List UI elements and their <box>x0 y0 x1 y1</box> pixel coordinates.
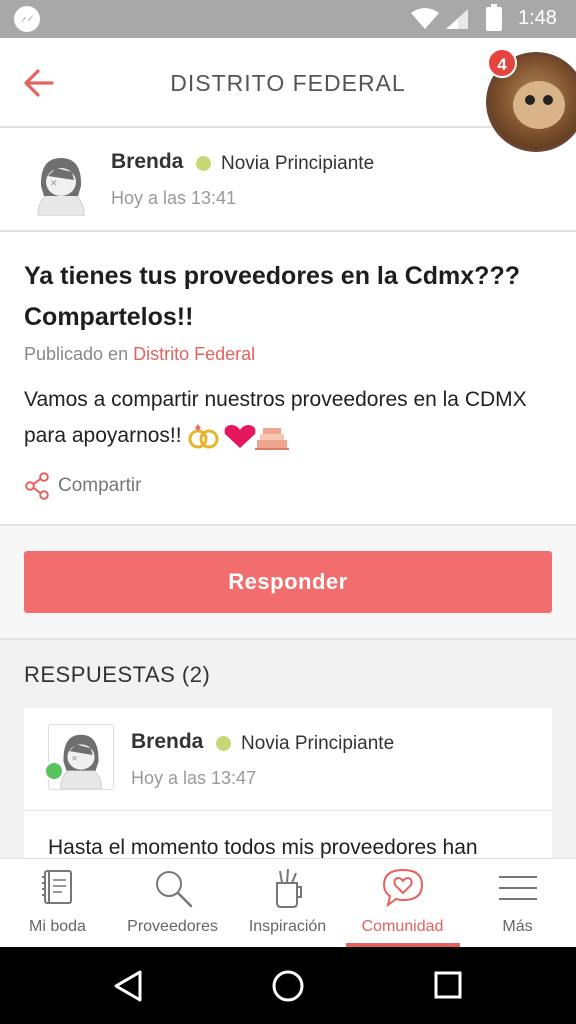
home-circle-icon[interactable] <box>271 969 305 1003</box>
user-avatar[interactable]: ✕ <box>28 150 94 216</box>
nav-item-mi-boda[interactable]: Mi boda <box>0 859 115 948</box>
share-label: Compartir <box>58 475 142 496</box>
wifi-icon <box>411 8 439 29</box>
rank-dot <box>216 736 231 751</box>
divider <box>24 810 552 811</box>
reply-text: Hasta el momento todos mis proveedores h… <box>48 836 478 858</box>
reply-time: Hoy a las 13:47 <box>131 768 257 788</box>
status-time: 1:48 <box>518 7 557 29</box>
emoji-group <box>188 424 290 451</box>
book-icon <box>42 870 72 904</box>
cake-icon <box>255 428 290 451</box>
nav-item-comunidad[interactable]: Comunidad <box>345 859 460 948</box>
nav-label: Proveedores <box>127 918 218 935</box>
signal-icon <box>446 9 468 29</box>
messenger-icon <box>14 6 40 32</box>
respond-button[interactable]: Responder <box>24 551 552 613</box>
heart-icon <box>225 425 256 449</box>
rings-icon <box>188 424 219 449</box>
menu-icon <box>499 876 537 900</box>
heart-chat-icon <box>382 868 424 908</box>
nav-label: Comunidad <box>361 918 444 935</box>
reply-card: ✕ Brenda Novia Principiante Hoy a las 13… <box>24 708 552 858</box>
post-time: Hoy a las 13:41 <box>111 188 237 208</box>
share-icon <box>25 472 49 500</box>
nav-item-mas[interactable]: Más <box>460 859 575 948</box>
respond-zone: Responder <box>0 526 576 638</box>
post-content: Ya tienes tus proveedores en la Cdmx??? … <box>0 232 576 526</box>
pencil-cup-icon <box>276 868 302 908</box>
replies-title: RESPUESTAS (2) <box>24 662 211 687</box>
online-status-dot <box>44 761 64 781</box>
author-name[interactable]: Brenda <box>111 150 183 174</box>
nav-item-proveedores[interactable]: Proveedores <box>115 859 230 948</box>
monkey-face <box>513 81 565 129</box>
notification-badge[interactable]: 4 <box>487 48 517 78</box>
back-triangle-icon[interactable] <box>112 969 144 1003</box>
nav-item-inspiracion[interactable]: Inspiración <box>230 859 345 948</box>
replies-section: RESPUESTAS (2) ✕ Brenda Novia Principian… <box>0 638 576 858</box>
published-in: Publicado en Distrito Federal <box>24 344 255 365</box>
post-body: Vamos a compartir nuestros proveedores e… <box>24 382 564 454</box>
svg-text:✕: ✕ <box>50 179 58 189</box>
post-author: ✕ Brenda Novia Principiante Hoy a las 13… <box>0 128 576 232</box>
nav-label: Inspiración <box>248 918 327 935</box>
recents-square-icon[interactable] <box>434 971 462 999</box>
search-icon <box>156 871 193 908</box>
nav-label: Más <box>502 918 533 935</box>
author-rank: Novia Principiante <box>221 153 375 174</box>
reply-author-rank: Novia Principiante <box>241 733 395 754</box>
battery-icon <box>486 4 502 31</box>
rank-dot <box>196 156 211 171</box>
status-bar: 1:48 <box>0 0 576 38</box>
eye <box>525 95 535 105</box>
published-location-link[interactable]: Distrito Federal <box>133 344 255 364</box>
post-title: Ya tienes tus proveedores en la Cdmx??? … <box>24 262 520 331</box>
bottom-navigation: Mi boda Proveedores Inspiración Comunida… <box>0 858 576 947</box>
eye <box>543 95 553 105</box>
nav-label: Mi boda <box>29 918 86 935</box>
system-navigation-bar <box>0 947 576 1024</box>
svg-text:✕: ✕ <box>71 754 78 763</box>
reply-author-name[interactable]: Brenda <box>131 730 203 754</box>
published-prefix: Publicado en <box>24 344 129 364</box>
